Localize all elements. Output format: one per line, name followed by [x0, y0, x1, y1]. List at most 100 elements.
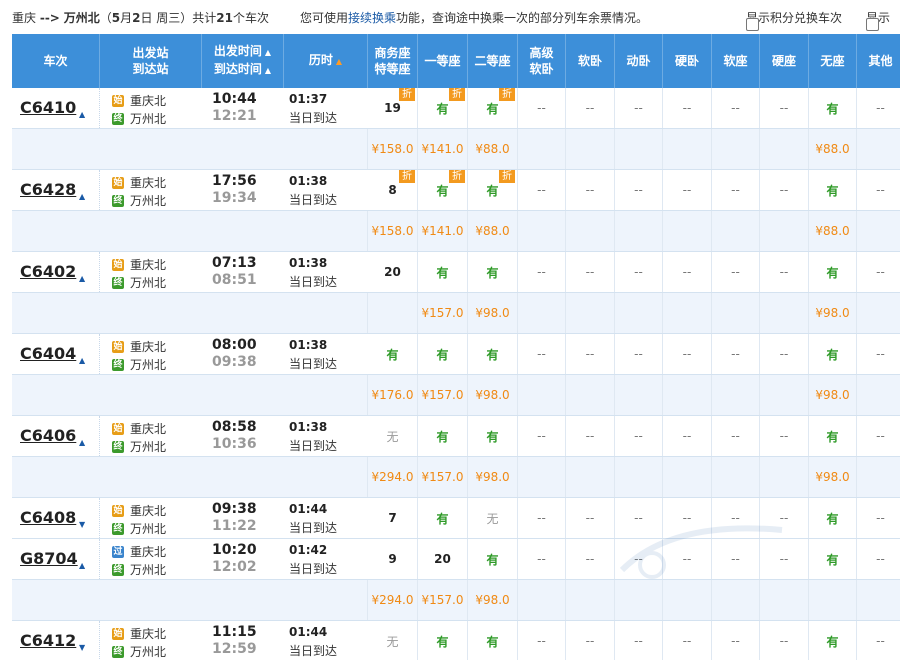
- seat-cell-other[interactable]: --: [857, 88, 900, 128]
- seat-cell-dynsl[interactable]: --: [615, 621, 663, 660]
- train-number-link[interactable]: C6410: [20, 98, 76, 117]
- seat-cell-noseat[interactable]: 有: [809, 621, 857, 660]
- seat-cell-hardsl[interactable]: --: [663, 621, 712, 660]
- train-detail-toggle-icon[interactable]: ▼: [79, 520, 85, 529]
- seat-cell-second[interactable]: 有: [468, 416, 518, 456]
- seat-cell-adv[interactable]: --: [518, 88, 566, 128]
- seat-cell-other[interactable]: --: [857, 252, 900, 292]
- seat-cell-softsl[interactable]: --: [566, 416, 615, 456]
- seat-cell-first[interactable]: 20: [418, 539, 468, 579]
- train-detail-toggle-icon[interactable]: ▲: [79, 438, 85, 447]
- seat-cell-softseat[interactable]: --: [712, 88, 760, 128]
- col-duration[interactable]: 历时 ▲: [284, 34, 368, 88]
- train-row[interactable]: C6406 ▲ 始重庆北 终万州北 08:58 10:36 01:38 当日到达…: [12, 416, 900, 457]
- train-row[interactable]: C6412 ▼ 始重庆北 终万州北 11:15 12:59 01:44 当日到达…: [12, 621, 900, 660]
- show-more-option[interactable]: 显示: [866, 9, 890, 31]
- seat-cell-softseat[interactable]: --: [712, 621, 760, 660]
- seat-cell-first[interactable]: 有: [418, 334, 468, 374]
- train-detail-toggle-icon[interactable]: ▲: [79, 356, 85, 365]
- seat-cell-noseat[interactable]: 有: [809, 539, 857, 579]
- seat-cell-first[interactable]: 有: [418, 621, 468, 660]
- seat-cell-dynsl[interactable]: --: [615, 170, 663, 210]
- seat-cell-softseat[interactable]: --: [712, 416, 760, 456]
- train-detail-toggle-icon[interactable]: ▼: [79, 643, 85, 652]
- seat-cell-biz[interactable]: 7: [368, 498, 418, 538]
- seat-cell-biz[interactable]: 无: [368, 416, 418, 456]
- seat-cell-hardseat[interactable]: --: [760, 621, 809, 660]
- seat-cell-hardseat[interactable]: --: [760, 334, 809, 374]
- train-row[interactable]: C6428 ▲ 始重庆北 终万州北 17:56 19:34 01:38 当日到达…: [12, 170, 900, 211]
- seat-cell-dynsl[interactable]: --: [615, 88, 663, 128]
- seat-cell-first[interactable]: 有: [418, 416, 468, 456]
- train-number-link[interactable]: C6428: [20, 180, 76, 199]
- seat-cell-softseat[interactable]: --: [712, 170, 760, 210]
- seat-cell-hardseat[interactable]: --: [760, 170, 809, 210]
- train-number-link[interactable]: C6404: [20, 344, 76, 363]
- seat-cell-softsl[interactable]: --: [566, 334, 615, 374]
- train-detail-toggle-icon[interactable]: ▲: [79, 274, 85, 283]
- seat-cell-biz[interactable]: 19 折: [368, 88, 418, 128]
- seat-cell-noseat[interactable]: 有: [809, 252, 857, 292]
- show-points-trains-option[interactable]: 显示积分兑换车次: [746, 9, 842, 31]
- seat-cell-second[interactable]: 有: [468, 621, 518, 660]
- train-number-link[interactable]: G8704: [20, 549, 78, 568]
- seat-cell-hardseat[interactable]: --: [760, 416, 809, 456]
- seat-cell-other[interactable]: --: [857, 539, 900, 579]
- seat-cell-dynsl[interactable]: --: [615, 252, 663, 292]
- seat-cell-second[interactable]: 有: [468, 334, 518, 374]
- seat-cell-noseat[interactable]: 有: [809, 88, 857, 128]
- train-number-link[interactable]: C6402: [20, 262, 76, 281]
- seat-cell-softseat[interactable]: --: [712, 252, 760, 292]
- seat-cell-adv[interactable]: --: [518, 539, 566, 579]
- seat-cell-other[interactable]: --: [857, 498, 900, 538]
- train-number-link[interactable]: C6408: [20, 508, 76, 527]
- seat-cell-noseat[interactable]: 有: [809, 498, 857, 538]
- col-time[interactable]: 出发时间 ▲ 到达时间 ▲: [202, 34, 284, 88]
- more-checkbox[interactable]: [866, 18, 879, 31]
- seat-cell-adv[interactable]: --: [518, 416, 566, 456]
- seat-cell-second[interactable]: 有折: [468, 170, 518, 210]
- seat-cell-noseat[interactable]: 有: [809, 334, 857, 374]
- seat-cell-second[interactable]: 有折: [468, 88, 518, 128]
- seat-cell-other[interactable]: --: [857, 334, 900, 374]
- seat-cell-dynsl[interactable]: --: [615, 416, 663, 456]
- seat-cell-first[interactable]: 有: [418, 252, 468, 292]
- seat-cell-softsl[interactable]: --: [566, 498, 615, 538]
- train-detail-toggle-icon[interactable]: ▲: [79, 192, 85, 201]
- seat-cell-adv[interactable]: --: [518, 498, 566, 538]
- seat-cell-first[interactable]: 有: [418, 498, 468, 538]
- train-number-link[interactable]: C6406: [20, 426, 76, 445]
- train-row[interactable]: C6402 ▲ 始重庆北 终万州北 07:13 08:51 01:38 当日到达…: [12, 252, 900, 293]
- seat-cell-second[interactable]: 有: [468, 252, 518, 292]
- seat-cell-hardsl[interactable]: --: [663, 416, 712, 456]
- seat-cell-noseat[interactable]: 有: [809, 416, 857, 456]
- seat-cell-second[interactable]: 有: [468, 539, 518, 579]
- seat-cell-hardsl[interactable]: --: [663, 334, 712, 374]
- seat-cell-dynsl[interactable]: --: [615, 334, 663, 374]
- seat-cell-biz[interactable]: 8折: [368, 170, 418, 210]
- seat-cell-softseat[interactable]: --: [712, 334, 760, 374]
- seat-cell-softsl[interactable]: --: [566, 539, 615, 579]
- seat-cell-softsl[interactable]: --: [566, 621, 615, 660]
- seat-cell-other[interactable]: --: [857, 170, 900, 210]
- seat-cell-hardsl[interactable]: --: [663, 170, 712, 210]
- seat-cell-biz[interactable]: 无: [368, 621, 418, 660]
- seat-cell-softsl[interactable]: --: [566, 252, 615, 292]
- seat-cell-noseat[interactable]: 有: [809, 170, 857, 210]
- seat-cell-other[interactable]: --: [857, 621, 900, 660]
- seat-cell-adv[interactable]: --: [518, 252, 566, 292]
- seat-cell-softsl[interactable]: --: [566, 170, 615, 210]
- seat-cell-first[interactable]: 有折: [418, 170, 468, 210]
- train-row[interactable]: C6404 ▲ 始重庆北 终万州北 08:00 09:38 01:38 当日到达…: [12, 334, 900, 375]
- seat-cell-adv[interactable]: --: [518, 170, 566, 210]
- seat-cell-hardseat[interactable]: --: [760, 88, 809, 128]
- train-detail-toggle-icon[interactable]: ▲: [79, 561, 85, 570]
- transfer-link[interactable]: 接续换乘: [348, 11, 396, 25]
- train-number-link[interactable]: C6412: [20, 631, 76, 650]
- seat-cell-hardsl[interactable]: --: [663, 252, 712, 292]
- seat-cell-adv[interactable]: --: [518, 621, 566, 660]
- seat-cell-hardseat[interactable]: --: [760, 252, 809, 292]
- seat-cell-biz[interactable]: 9: [368, 539, 418, 579]
- train-detail-toggle-icon[interactable]: ▲: [79, 110, 85, 119]
- seat-cell-first[interactable]: 有折: [418, 88, 468, 128]
